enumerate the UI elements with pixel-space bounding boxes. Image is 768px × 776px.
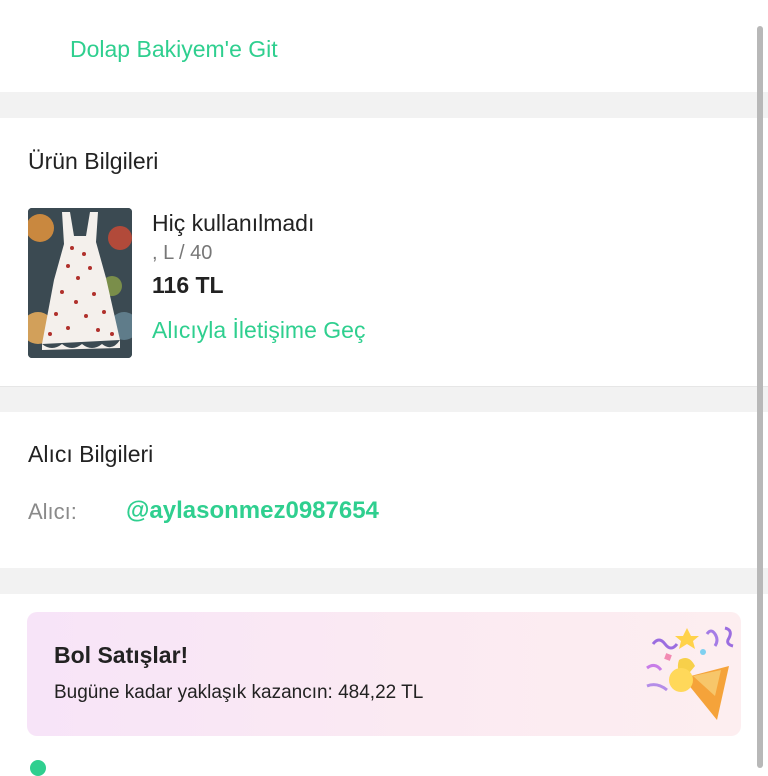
balance-section: Dolap Bakiyem'e Git — [0, 0, 768, 92]
section-divider — [0, 92, 768, 118]
buyer-info-section — [0, 412, 768, 568]
buyer-info-title: Alıcı Bilgileri — [28, 441, 154, 467]
section-divider — [0, 568, 768, 594]
product-image[interactable] — [28, 208, 132, 358]
product-info-title: Ürün Bilgileri — [28, 148, 159, 174]
balance-link[interactable]: Dolap Bakiyem'e Git — [70, 36, 278, 63]
section-divider — [0, 386, 768, 413]
party-popper-icon — [646, 626, 734, 720]
buyer-username-link[interactable]: @aylasonmez0987654 — [126, 497, 379, 525]
product-price: 116 TL — [152, 272, 224, 298]
contact-buyer-link[interactable]: Alıcıyla İletişime Geç — [152, 317, 365, 344]
promo-earnings-text: Bugüne kadar yaklaşık kazancın: 484,22 T… — [54, 682, 424, 703]
bottom-status-dot — [30, 760, 46, 776]
buyer-label: Alıcı: — [28, 499, 77, 524]
dress-photo — [28, 208, 132, 358]
product-condition: Hiç kullanılmadı — [152, 210, 315, 236]
promo-title: Bol Satışlar! — [54, 642, 189, 668]
sales-promo-banner: Bol Satışlar! Bugüne kadar yaklaşık kaza… — [27, 612, 741, 736]
cropped-text — [180, 0, 220, 2]
scrollbar[interactable] — [757, 26, 763, 768]
product-size: , L / 40 — [152, 242, 213, 264]
